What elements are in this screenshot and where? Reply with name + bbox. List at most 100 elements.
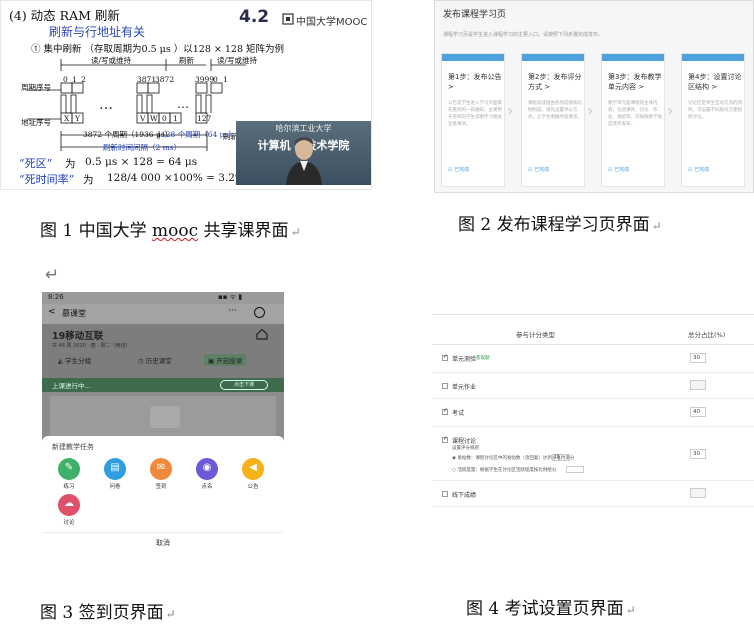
- back-icon[interactable]: <: [48, 307, 56, 317]
- ellipsis: …: [99, 97, 113, 113]
- status-icons: ▪▪ ᯤ ▮: [218, 293, 243, 301]
- chevron-right-icon: ›: [667, 101, 674, 120]
- slide-heading: (4) 动态 RAM 刷新: [9, 8, 120, 23]
- step-desc: 讨论区是师生互动交流的场所，可设置不同版块方便组织讨论。: [688, 101, 742, 120]
- label-rw-2: 读/写或维持: [217, 56, 258, 65]
- task-checkin[interactable]: ✉ 签到: [146, 458, 176, 490]
- dead-zone-label: “死区”: [19, 157, 53, 170]
- task-practice[interactable]: ✎ 练习: [54, 458, 84, 490]
- addr-cell: 127: [197, 114, 212, 123]
- row-checkbox[interactable]: [442, 353, 448, 361]
- live-text: 上课进行中...: [52, 382, 91, 390]
- cancel-button[interactable]: 取消: [42, 538, 284, 548]
- placeholder-illustration: [150, 406, 180, 428]
- addr-cell: V: [140, 114, 146, 123]
- step-desc: 课程总成绩由各项成绩按比例构成，请先设置评分方式，让学生明确考核要求。: [528, 101, 582, 120]
- dead-zone-word: 为: [65, 158, 76, 170]
- step-card-2[interactable]: 第2步：发布评分方式 > 课程总成绩由各项成绩按比例构成，请先设置评分方式，让学…: [521, 53, 585, 187]
- cycle-tick: 1: [72, 75, 77, 84]
- checkin-icon: ✉: [150, 458, 172, 480]
- table-row: 单元作业: [432, 373, 754, 399]
- ratio-input[interactable]: 30: [690, 353, 706, 363]
- status-time: 8:26: [48, 293, 64, 301]
- step-card-3[interactable]: 第3步：发布教学单元内容 > 教学单元是课程的主体内容，包括课件、讨论、作业、测…: [601, 53, 665, 187]
- status-bar: 8:26 ▪▪ ᯤ ▮: [42, 292, 284, 304]
- rollcall-icon: ◉: [196, 458, 218, 480]
- dead-rate-value: 128/4 000 ×100% = 3.2%: [107, 172, 245, 184]
- dead-rate-word: 为: [83, 174, 94, 186]
- chip-history[interactable]: ◷ 历史课堂: [134, 354, 176, 366]
- more-icon[interactable]: ···: [228, 306, 237, 316]
- pencil-icon: ✎: [58, 458, 80, 480]
- target-icon[interactable]: [254, 307, 265, 318]
- row-label: 课程讨论: [452, 438, 477, 445]
- figure-4-grading-settings: 参与计分类型 总分占比(%) 单元测验 客观题 30 单元作业 考试 40 课程…: [432, 314, 754, 518]
- cycle-tick: 3871: [137, 75, 157, 84]
- app-title: 慕课堂: [62, 309, 86, 318]
- step-done: ☑ 已完成: [528, 167, 550, 173]
- ratio-input[interactable]: [690, 380, 706, 390]
- step-title[interactable]: 第4步：设置讨论区结构 >: [688, 72, 742, 92]
- figure-2-publish-page: 发布课程学习页 课程学习页是学生进入课程学习的主要入口，请按照下列步骤完成发布。…: [434, 0, 754, 193]
- discuss-rule-title: 设置评分规则: [452, 446, 479, 451]
- slide-chapter: 4.2: [239, 7, 270, 27]
- table-row: 课程讨论 设置评分规则 ◉ 发帖数：课程讨论区中的发帖数（含回复）达到标准时满分…: [432, 427, 754, 481]
- step-title[interactable]: 第3步：发布教学单元内容 >: [608, 72, 662, 92]
- col-type: 参与计分类型: [516, 331, 555, 339]
- col-ratio: 总分占比(%): [688, 331, 726, 339]
- cycle-tick: 2: [81, 75, 86, 84]
- row-checkbox[interactable]: [442, 383, 448, 389]
- screen-icon: ▣: [208, 357, 217, 365]
- caption-figure-4: 图 4 考试设置页界面 ↵: [466, 599, 636, 619]
- task-rollcall[interactable]: ◉ 点名: [192, 458, 222, 490]
- table-row: 单元测验 客观题 30: [432, 345, 754, 373]
- step-desc: 教学单元是课程的主体内容，包括课件、讨论、作业、测验等，可按照教学进度逐步发布。: [608, 101, 662, 127]
- dead-rate-label: “死时间率”: [19, 173, 75, 186]
- lecturer-avatar: [286, 137, 322, 185]
- course-name: 19移动互联: [52, 331, 104, 342]
- row-label: 单元测验: [452, 356, 477, 363]
- discussion-icon: ☁: [58, 494, 80, 516]
- page-title: 发布课程学习页: [443, 10, 507, 20]
- ratio-input[interactable]: 30: [690, 449, 706, 459]
- row-checkbox[interactable]: [442, 407, 448, 415]
- step-desc: 公告是学生进入学习页面最先看到的一则通知，主要用于老师向学生说明学习相关注意事项…: [448, 101, 502, 127]
- radio-option-b[interactable]: ○ 活跃度量：根据学生在讨论区活跃程度按比例给分: [452, 467, 556, 473]
- chip-student-groups[interactable]: ◭ 学生分组: [54, 354, 95, 366]
- span-total: 刷新时间间隔（2 ms）: [103, 143, 182, 152]
- chevron-right-icon: ›: [587, 101, 594, 120]
- discuss-active-input[interactable]: [566, 466, 584, 473]
- questionnaire-icon: ▤: [104, 458, 126, 480]
- ratio-input[interactable]: 40: [690, 407, 706, 417]
- addr-cell: 1: [173, 114, 178, 123]
- ratio-input[interactable]: [690, 488, 706, 498]
- discuss-posts-input[interactable]: 15: [552, 454, 570, 461]
- end-class-button[interactable]: 点击下课: [220, 380, 268, 390]
- row-checkbox[interactable]: [442, 435, 448, 443]
- label-refresh: 刷新: [179, 56, 194, 65]
- step-done: ☑ 已完成: [608, 167, 630, 173]
- step-card-4[interactable]: 第4步：设置讨论区结构 > 讨论区是师生互动交流的场所，可设置不同版块方便组织讨…: [681, 53, 745, 187]
- mooc-logo-text: 中国大学MOOC: [296, 17, 368, 28]
- chevron-right-icon: ›: [507, 101, 514, 120]
- table-header: 参与计分类型 总分占比(%): [432, 323, 754, 345]
- label-cycle-seq: 周期序号: [21, 83, 51, 92]
- lecturer-video[interactable]: 哈尔滨工业大学 计算机 与技术学院: [236, 121, 371, 185]
- table-row: 考试 40: [432, 399, 754, 427]
- cycle-tick: 0: [63, 75, 68, 84]
- caption-figure-3: 图 3 签到页界面 ↵: [40, 603, 176, 623]
- step-done: ☑ 已完成: [688, 167, 710, 173]
- row-checkbox[interactable]: [442, 491, 448, 497]
- task-questionnaire[interactable]: ▤ 问卷: [100, 458, 130, 490]
- step-title[interactable]: 第1步：发布公告 >: [448, 72, 502, 92]
- cycle-tick: 3872: [155, 75, 175, 84]
- return-mark: ↵: [45, 265, 60, 285]
- task-discussion[interactable]: ☁ 讨论: [54, 494, 84, 526]
- step-title[interactable]: 第2步：发布评分方式 >: [528, 72, 582, 92]
- home-icon[interactable]: [256, 328, 268, 340]
- step-card-1[interactable]: 第1步：发布公告 > 公告是学生进入学习页面最先看到的一则通知，主要用于老师向学…: [441, 53, 505, 187]
- task-announcement[interactable]: ◀ 公告: [238, 458, 268, 490]
- chip-start-lecture[interactable]: ▣ 开启授课: [204, 354, 247, 366]
- caption-figure-2: 图 2 发布课程学习页界面 ↵: [458, 215, 662, 235]
- addr-cell: Y: [75, 114, 80, 123]
